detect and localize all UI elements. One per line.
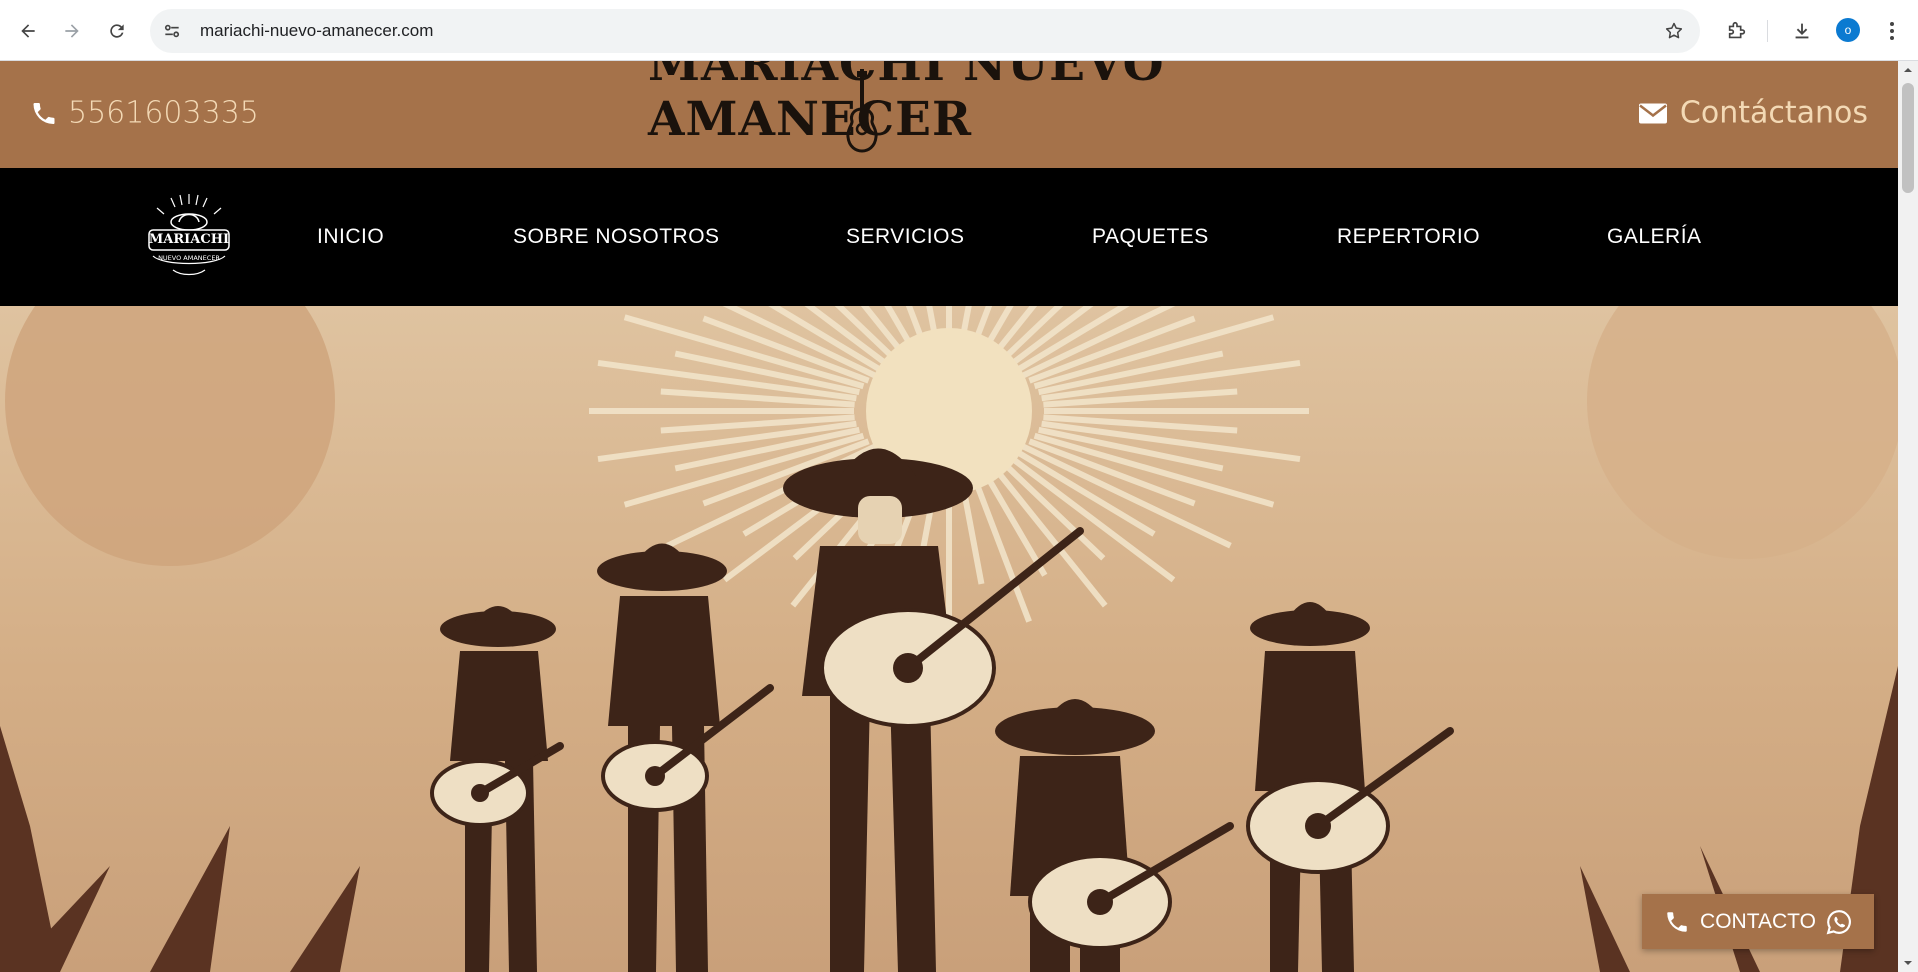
phone-link[interactable]: 5561603335 — [30, 96, 259, 131]
main-navigation: MARIACHI NUEVO AMANECER INICIO SOBRE NOS… — [0, 168, 1898, 306]
webpage: 5561603335 MARIACHI NUEVO AMANECER Contá… — [0, 61, 1898, 972]
contact-floating-label: CONTACTO — [1700, 909, 1816, 933]
nav-item-paquetes[interactable]: PAQUETES — [1092, 225, 1209, 249]
whatsapp-icon — [1826, 909, 1851, 934]
phone-number: 5561603335 — [68, 95, 259, 131]
page-scrollbar[interactable] — [1898, 61, 1918, 972]
brand-logo[interactable]: MARIACHI NUEVO AMANECER — [648, 61, 1262, 161]
phone-icon — [33, 102, 55, 124]
forward-icon — [65, 24, 79, 38]
url-text[interactable]: mariachi-nuevo-amanecer.com — [200, 21, 1656, 41]
guitar-icon — [846, 69, 878, 153]
nav-item-servicios[interactable]: SERVICIOS — [846, 225, 964, 249]
nav-item-sobre-nosotros[interactable]: SOBRE NOSOTROS — [513, 225, 720, 249]
address-bar[interactable]: mariachi-nuevo-amanecer.com — [150, 9, 1700, 53]
reload-icon — [110, 24, 124, 38]
envelope-icon — [1638, 103, 1667, 123]
hero-illustration — [0, 306, 1898, 972]
nav-logo-text: MARIACHI — [148, 232, 230, 247]
nav-logo-subtext: NUEVO AMANECER — [158, 254, 220, 262]
contact-floating-button[interactable]: CONTACTO — [1642, 894, 1874, 949]
menu-icon[interactable] — [1874, 13, 1910, 49]
hero-banner — [0, 306, 1898, 972]
nav-logo[interactable]: MARIACHI NUEVO AMANECER — [143, 192, 235, 282]
reload-button[interactable] — [99, 13, 135, 49]
back-button[interactable] — [10, 13, 46, 49]
toolbar-divider — [1767, 20, 1768, 42]
profile-avatar[interactable]: o — [1836, 18, 1860, 42]
forward-button[interactable] — [54, 13, 90, 49]
brand-title: MARIACHI NUEVO AMANECER — [648, 61, 1165, 147]
site-info-icon[interactable] — [154, 13, 190, 49]
download-icon[interactable] — [1784, 13, 1820, 49]
back-icon — [21, 24, 35, 38]
scrollbar-thumb[interactable] — [1902, 83, 1914, 193]
nav-item-inicio[interactable]: INICIO — [317, 225, 384, 249]
contact-label: Contáctanos — [1679, 95, 1868, 131]
nav-item-galeria[interactable]: GALERÍA — [1607, 225, 1702, 249]
top-header: 5561603335 MARIACHI NUEVO AMANECER Contá… — [0, 61, 1898, 168]
phone-icon — [1667, 911, 1687, 932]
contact-link[interactable]: Contáctanos — [1638, 96, 1868, 131]
nav-item-repertorio[interactable]: REPERTORIO — [1337, 225, 1480, 249]
extensions-icon[interactable] — [1719, 13, 1755, 49]
bookmark-star-icon[interactable] — [1656, 13, 1692, 49]
browser-toolbar: mariachi-nuevo-amanecer.com o — [0, 0, 1918, 61]
